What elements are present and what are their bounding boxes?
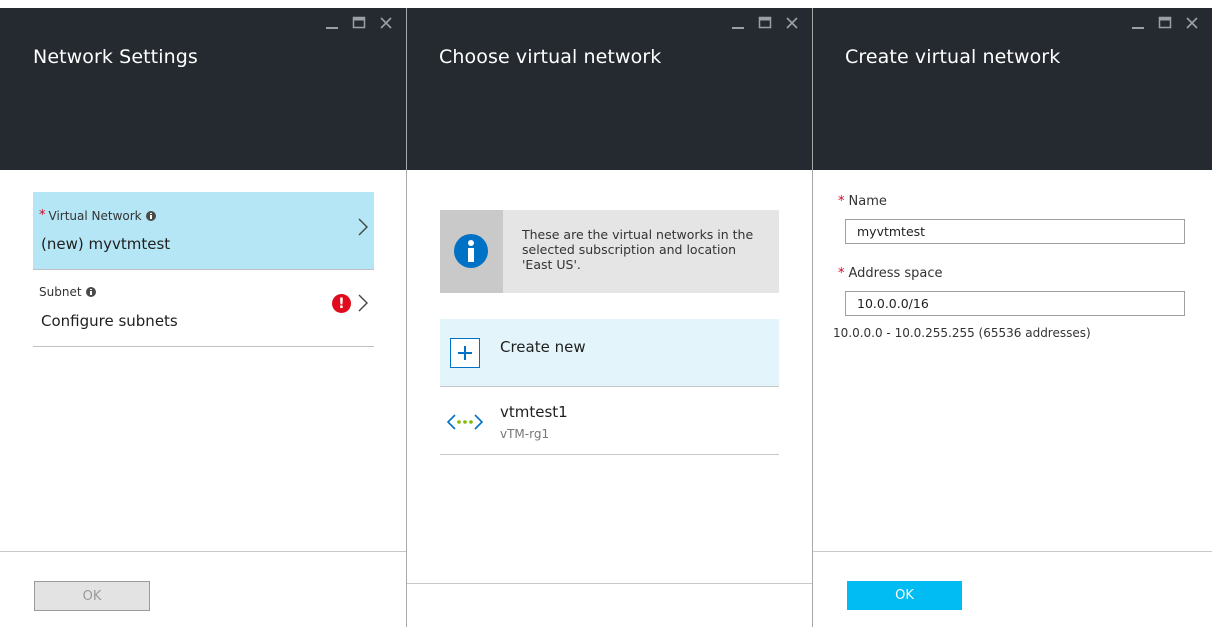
close-icon[interactable] bbox=[781, 13, 803, 33]
chevron-right-icon bbox=[358, 218, 368, 236]
plus-icon bbox=[450, 338, 480, 368]
vnet-resource-group: vTM-rg1 bbox=[500, 427, 550, 441]
name-label-text: Name bbox=[848, 194, 887, 209]
chevron-right-icon bbox=[358, 294, 368, 312]
window-controls bbox=[316, 13, 397, 33]
subnet-label: Subnet bbox=[39, 285, 96, 299]
network-settings-blade: Network Settings * Virtual Network (new)… bbox=[0, 8, 406, 627]
blade-header: Network Settings bbox=[0, 8, 406, 170]
row-divider bbox=[440, 386, 779, 387]
maximize-icon[interactable] bbox=[348, 13, 370, 33]
error-icon: ! bbox=[332, 294, 351, 313]
create-new-button[interactable]: Create new bbox=[440, 319, 779, 386]
footer-divider bbox=[813, 551, 1212, 552]
name-field[interactable]: myvtmtest bbox=[845, 219, 1185, 244]
required-marker: * bbox=[838, 266, 845, 281]
info-icon[interactable] bbox=[145, 210, 156, 221]
virtual-network-label: * Virtual Network bbox=[39, 208, 156, 223]
create-virtual-network-blade: Create virtual network * Name myvtmtest *… bbox=[813, 8, 1212, 627]
footer-divider bbox=[407, 583, 812, 584]
footer-divider bbox=[0, 551, 406, 552]
row-divider bbox=[33, 346, 374, 347]
maximize-icon[interactable] bbox=[754, 13, 776, 33]
blade-title: Choose virtual network bbox=[439, 46, 662, 68]
info-icon[interactable] bbox=[85, 287, 96, 297]
subnet-label-text: Subnet bbox=[39, 285, 82, 299]
blade-header: Create virtual network bbox=[813, 8, 1212, 170]
create-new-label: Create new bbox=[500, 338, 586, 356]
error-glyph: ! bbox=[338, 295, 345, 312]
row-divider bbox=[440, 454, 779, 455]
blade-title: Create virtual network bbox=[845, 46, 1061, 68]
minimize-icon[interactable] bbox=[321, 13, 343, 33]
window-controls bbox=[722, 13, 803, 33]
info-icon bbox=[454, 234, 488, 268]
window-controls bbox=[1122, 13, 1203, 33]
required-marker: * bbox=[39, 208, 46, 223]
subnet-setting[interactable]: Subnet Configure subnets ! bbox=[33, 270, 374, 347]
address-space-label: * Address space bbox=[838, 266, 943, 281]
blade-title: Network Settings bbox=[33, 46, 198, 68]
address-range-hint: 10.0.0.0 - 10.0.255.255 (65536 addresses… bbox=[833, 326, 1091, 340]
virtual-network-value: (new) myvtmtest bbox=[41, 235, 171, 253]
ok-button[interactable]: OK bbox=[847, 581, 962, 610]
maximize-icon[interactable] bbox=[1154, 13, 1176, 33]
choose-virtual-network-blade: Choose virtual network These are the vir… bbox=[407, 8, 812, 627]
virtual-network-label-text: Virtual Network bbox=[48, 208, 142, 223]
list-item[interactable]: vtmtest1 vTM-rg1 bbox=[440, 388, 779, 454]
virtual-network-setting[interactable]: * Virtual Network (new) myvtmtest bbox=[33, 192, 374, 269]
info-banner-text: These are the virtual networks in the se… bbox=[522, 227, 754, 272]
ok-button[interactable]: OK bbox=[34, 581, 150, 611]
minimize-icon[interactable] bbox=[1127, 13, 1149, 33]
required-marker: * bbox=[838, 194, 845, 209]
close-icon[interactable] bbox=[375, 13, 397, 33]
name-label: * Name bbox=[838, 194, 887, 209]
blade-header: Choose virtual network bbox=[407, 8, 812, 170]
address-space-field[interactable]: 10.0.0.0/16 bbox=[845, 291, 1185, 316]
address-space-label-text: Address space bbox=[848, 266, 943, 281]
info-banner: These are the virtual networks in the se… bbox=[440, 210, 779, 293]
info-banner-icon-box bbox=[440, 210, 503, 293]
virtual-network-icon bbox=[446, 414, 484, 430]
minimize-icon[interactable] bbox=[727, 13, 749, 33]
subnet-value: Configure subnets bbox=[41, 312, 178, 330]
close-icon[interactable] bbox=[1181, 13, 1203, 33]
vnet-name: vtmtest1 bbox=[500, 403, 568, 421]
